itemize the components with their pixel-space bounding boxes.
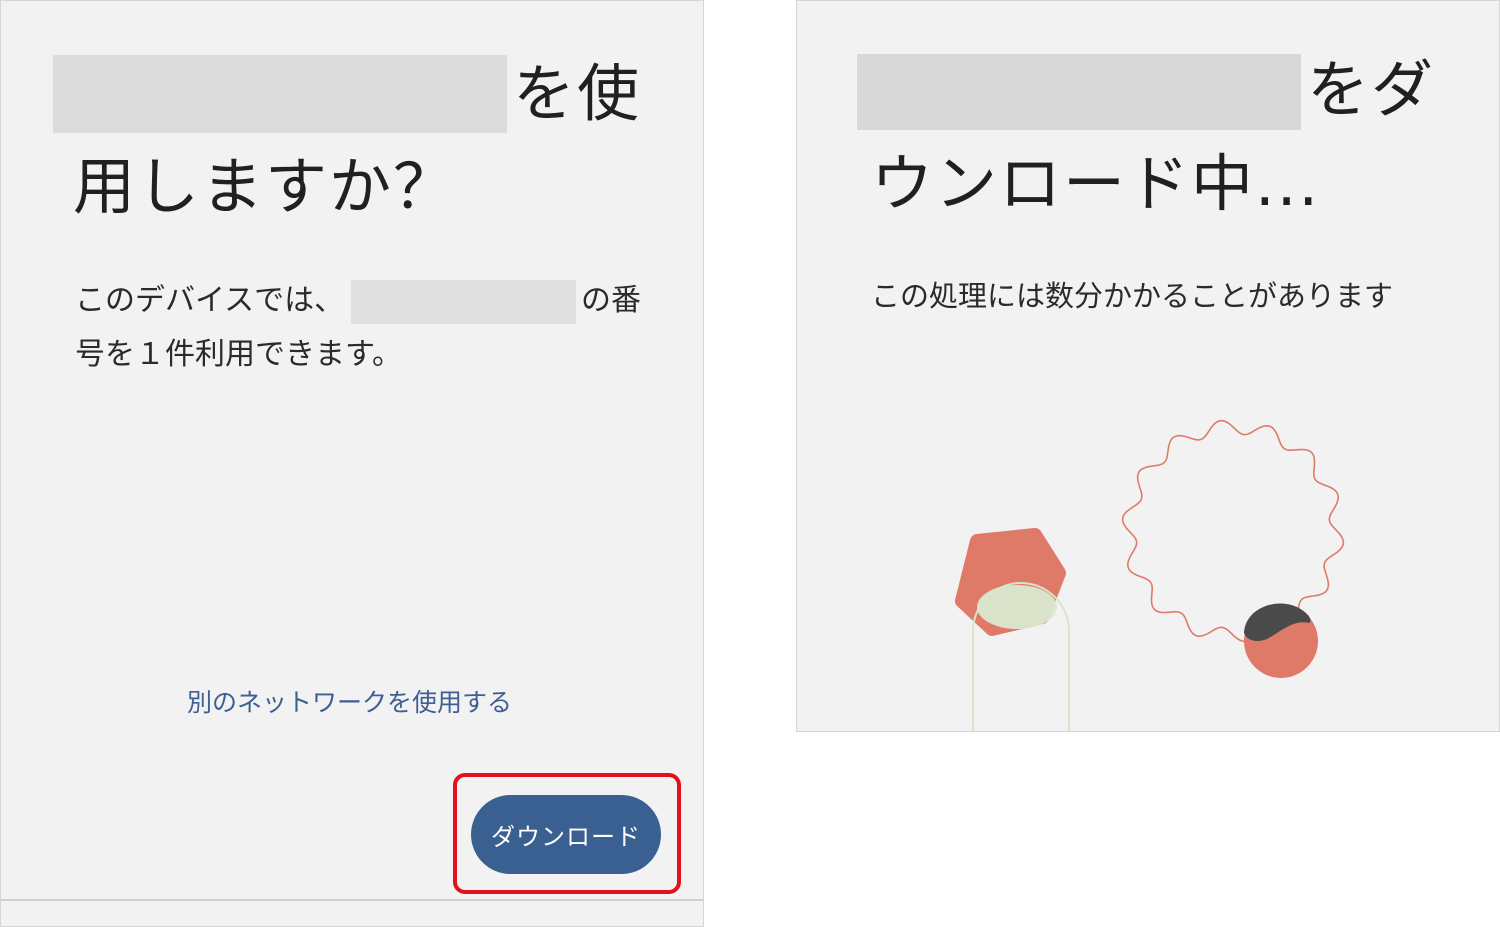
redacted-carrier-name-inline xyxy=(351,280,576,324)
description-line1-prefix: このデバイスでは、 xyxy=(75,283,345,318)
confirm-download-screen: を使 用しますか？ このデバイスでは、 の番 号を１件利用できます。 別のネット… xyxy=(0,0,704,927)
redacted-carrier-name xyxy=(53,55,507,133)
download-button-highlight xyxy=(453,773,681,894)
downloading-screen: をダ ウンロード中... この処理には数分かかることがあります xyxy=(796,0,1500,732)
description-line1-suffix: の番 xyxy=(581,283,641,318)
download-progress-illustration xyxy=(955,419,1345,731)
use-different-network-link[interactable]: 別のネットワークを使用する xyxy=(187,683,512,719)
title-line2: 用しますか？ xyxy=(73,150,458,223)
title-line1-suffix: を使 xyxy=(513,57,642,130)
bottom-divider xyxy=(1,899,703,901)
wavy-ring-shape xyxy=(1121,419,1345,643)
green-circle-shape xyxy=(977,585,1057,629)
description-line2: 号を１件利用できます。 xyxy=(75,337,402,372)
